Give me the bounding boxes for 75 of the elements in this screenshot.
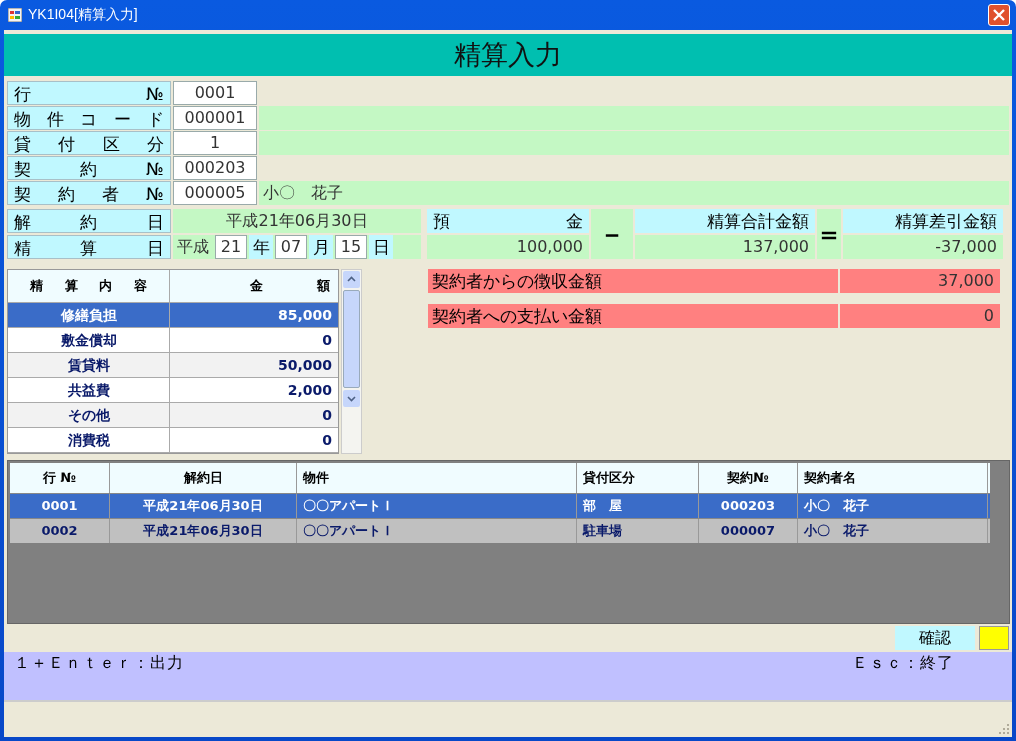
confirm-button[interactable]: 確認 <box>895 626 975 650</box>
input-field[interactable]: 0001 <box>173 81 257 105</box>
table-cell: 0002 <box>10 519 110 543</box>
minus-sign: － <box>591 209 633 259</box>
form-title: 精算入力 <box>4 34 1012 76</box>
app-icon <box>8 8 22 22</box>
table-cell: 駐車場 <box>577 519 699 543</box>
year-field[interactable]: 21 <box>215 235 247 259</box>
table-row[interactable]: 敷金償却 0 <box>8 328 338 353</box>
input-field[interactable]: 000001 <box>173 106 257 130</box>
window-title: YK1I04[精算入力] <box>28 6 139 24</box>
field-label: 貸 付 区 分 <box>7 131 171 155</box>
table-cell: その他 <box>8 403 170 427</box>
input-field[interactable]: 000203 <box>173 156 257 180</box>
input-field[interactable]: 000005 <box>173 181 257 205</box>
difference-label: 精算差引金額 <box>843 209 1003 233</box>
table-cell: 000007 <box>699 519 798 543</box>
table-cell: 賃貸料 <box>8 353 170 377</box>
field-label: 契 約 № <box>7 156 171 180</box>
equals-sign: ＝ <box>817 209 841 259</box>
total-label: 精算合計金額 <box>635 209 815 233</box>
column-header: 精 算 内 容 <box>8 270 170 302</box>
deposit-value: 100,000 <box>427 235 589 259</box>
status-text: １＋Ｅｎｔｅｒ：出力 <box>14 652 184 674</box>
result-value: 0 <box>840 304 1000 328</box>
table-cell-text: 50,000 <box>276 356 333 375</box>
month-field[interactable]: 07 <box>275 235 307 259</box>
difference-value: -37,000 <box>843 235 1003 259</box>
deposit-label: 預 金 <box>427 209 589 233</box>
date-value: 平成21年06月30日 <box>173 209 421 233</box>
table-cell-text: 85,000 <box>276 306 333 325</box>
table-row[interactable]: 消費税 0 <box>8 428 338 453</box>
field-label: 契 約 者 № <box>7 181 171 205</box>
table-row[interactable]: 修繕負担 85,000 <box>8 303 338 328</box>
table-cell: 共益費 <box>8 378 170 402</box>
unit-label: 月 <box>309 235 333 259</box>
table-cell: 修繕負担 <box>8 303 170 327</box>
field-label: 行 № <box>7 81 171 105</box>
table-row[interactable]: その他 0 <box>8 403 338 428</box>
table-cell: 消費税 <box>8 428 170 452</box>
table-cell-text: 0 <box>321 406 333 425</box>
scroll-up-icon[interactable] <box>343 271 360 288</box>
vertical-scrollbar[interactable] <box>341 269 362 454</box>
close-icon <box>993 9 1005 21</box>
table-row[interactable]: 共益費 2,000 <box>8 378 338 403</box>
table-cell-text: 0 <box>321 331 333 350</box>
status-text: Ｅｓｃ：終了 <box>852 652 954 674</box>
unit-label: 日 <box>369 235 393 259</box>
scroll-thumb[interactable] <box>343 290 360 388</box>
table-cell-text: 0 <box>321 431 333 450</box>
table-cell-text: 2,000 <box>286 381 333 400</box>
table-row[interactable]: 賃貸料 50,000 <box>8 353 338 378</box>
list-row[interactable]: 0001 平成21年06月30日 〇〇アパートＩ 部 屋 000203 小〇 花子 <box>10 493 990 518</box>
table-cell: 敷金償却 <box>8 328 170 352</box>
unit-label: 年 <box>249 235 273 259</box>
table-cell: 〇〇アパートＩ <box>297 519 577 543</box>
result-label: 契約者への支払い金額 <box>428 304 838 328</box>
resize-grip-icon[interactable] <box>998 723 1010 735</box>
input-field[interactable]: 1 <box>173 131 257 155</box>
list-row[interactable]: 0002 平成21年06月30日 〇〇アパートＩ 駐車場 000007 小〇 花子 <box>10 518 990 543</box>
indicator-light <box>979 626 1009 650</box>
field-label: 精 算 日 <box>7 235 171 259</box>
result-value: 37,000 <box>840 269 1000 293</box>
column-header: 金 額 <box>249 277 331 295</box>
detail-field: 小〇 花子 <box>259 181 1009 205</box>
total-value: 137,000 <box>635 235 815 259</box>
result-label: 契約者からの徴収金額 <box>428 269 838 293</box>
close-button[interactable] <box>988 4 1010 26</box>
table-cell: 平成21年06月30日 <box>110 519 297 543</box>
scroll-down-icon[interactable] <box>343 390 360 407</box>
day-field[interactable]: 15 <box>335 235 367 259</box>
table-cell: 小〇 花子 <box>798 519 988 543</box>
field-label: 解 約 日 <box>7 209 171 233</box>
field-label: 物 件 コ ー ド <box>7 106 171 130</box>
era-label: 平成 <box>176 236 210 258</box>
